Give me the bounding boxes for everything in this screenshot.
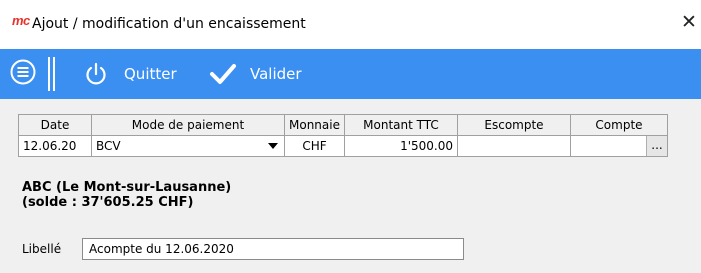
- grid-header-row: Date Mode de paiement Monnaie Montant TT…: [18, 114, 668, 136]
- table-row: 12.06.20 BCV CHF 1'500.00 ...: [18, 135, 668, 157]
- quit-button[interactable]: Quitter: [124, 65, 177, 83]
- col-header-mode[interactable]: Mode de paiement: [91, 114, 285, 136]
- validate-button[interactable]: Valider: [250, 65, 302, 83]
- col-header-discount[interactable]: Escompte: [456, 114, 571, 136]
- payment-grid: Date Mode de paiement Monnaie Montant TT…: [18, 114, 668, 157]
- col-header-account[interactable]: Compte: [569, 114, 668, 136]
- title-bar: mc Ajout / modification d'un encaissemen…: [0, 0, 701, 49]
- currency-cell[interactable]: CHF: [284, 135, 345, 157]
- power-icon[interactable]: [85, 62, 107, 86]
- payment-mode-value: BCV: [96, 139, 121, 153]
- discount-cell[interactable]: [456, 135, 571, 157]
- payment-mode-select[interactable]: BCV: [91, 135, 285, 157]
- toolbar-separator: [48, 57, 55, 91]
- client-info: ABC (Le Mont-sur-Lausanne) (solde : 37'6…: [22, 180, 231, 210]
- col-header-date[interactable]: Date: [18, 114, 92, 136]
- amount-cell[interactable]: 1'500.00: [343, 135, 458, 157]
- libelle-input[interactable]: Acompte du 12.06.2020: [82, 238, 464, 260]
- window-title: Ajout / modification d'un encaissement: [32, 16, 306, 32]
- toolbar: Quitter Valider: [0, 49, 701, 99]
- dropdown-arrow-icon[interactable]: [268, 143, 278, 149]
- check-icon[interactable]: [209, 63, 237, 85]
- client-balance: (solde : 37'605.25 CHF): [22, 195, 194, 210]
- col-header-amount[interactable]: Montant TTC: [343, 114, 458, 136]
- account-browse-button[interactable]: ...: [645, 136, 667, 156]
- col-header-currency[interactable]: Monnaie: [284, 114, 345, 136]
- menu-icon[interactable]: [10, 59, 36, 85]
- client-name: ABC (Le Mont-sur-Lausanne): [22, 180, 232, 195]
- date-cell[interactable]: 12.06.20: [18, 135, 92, 157]
- libelle-label: Libellé: [22, 242, 62, 256]
- close-icon[interactable]: ✕: [681, 11, 697, 33]
- account-cell[interactable]: ...: [569, 135, 668, 157]
- app-logo: mc: [12, 13, 30, 28]
